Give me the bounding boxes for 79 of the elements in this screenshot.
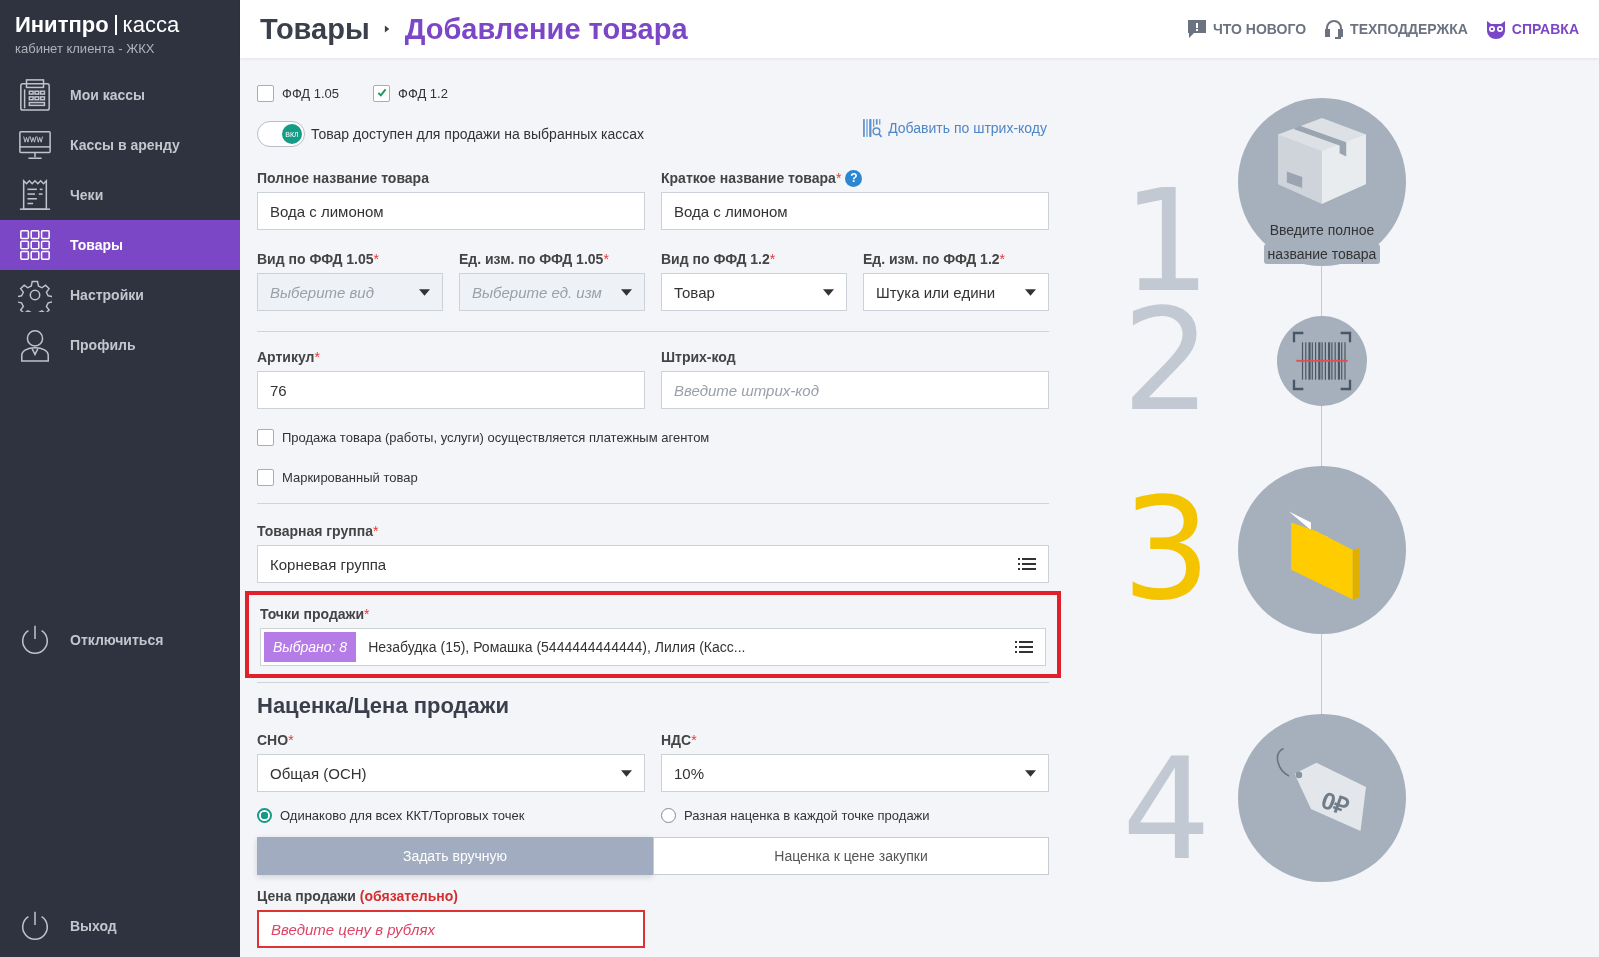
count-badge: Выбрано: 8 xyxy=(264,632,357,662)
field-label: Артикул* xyxy=(257,349,320,365)
field-label: Цена продажи (обязательно) xyxy=(257,888,458,904)
nav-item[interactable]: Кассы в аренду xyxy=(0,120,240,170)
person-icon xyxy=(18,328,52,362)
headset-icon xyxy=(1324,19,1345,39)
radio-option[interactable]: Разная наценка в каждой точке продажи xyxy=(661,808,1049,823)
chat-icon xyxy=(1186,19,1207,39)
caret-icon xyxy=(419,288,430,296)
list-icon xyxy=(1018,558,1036,570)
checkbox-box[interactable] xyxy=(257,84,274,102)
header-link[interactable]: ТЕХПОДДЕРЖКА xyxy=(1324,19,1468,39)
text-field[interactable]: 76 xyxy=(257,371,645,409)
gear-icon xyxy=(18,278,52,312)
checkbox[interactable]: Маркированный товар xyxy=(257,465,1049,489)
receipt-icon xyxy=(18,178,52,212)
picker-field[interactable]: Корневая группа xyxy=(257,545,1049,583)
segment-button[interactable]: Наценка к цене закупки xyxy=(653,837,1049,875)
brand-subtitle: кабинет клиента - ЖКХ xyxy=(15,41,156,56)
field-label: НДС* xyxy=(661,732,697,748)
cash-register-icon xyxy=(18,78,52,112)
breadcrumb-link[interactable]: Товары xyxy=(260,12,370,46)
radio-button[interactable] xyxy=(257,808,272,823)
price-field[interactable]: Введите цену в рублях xyxy=(257,910,645,948)
field-label: Штрих-код xyxy=(661,349,736,365)
dropdown[interactable]: Штука или едини xyxy=(863,273,1049,311)
caret-icon xyxy=(621,769,632,777)
field-label: Краткое название товара* xyxy=(661,170,842,186)
brand-suffix: касса xyxy=(122,12,180,38)
step-number: 3 xyxy=(1122,475,1213,625)
radio-option[interactable]: Одинаково для всех ККТ/Торговых точек xyxy=(257,808,645,823)
text-field[interactable]: Вода с лимоном xyxy=(257,192,645,230)
dropdown[interactable]: 10% xyxy=(661,754,1049,792)
nav-item[interactable]: Мои кассы xyxy=(0,70,240,120)
caret-icon xyxy=(823,288,834,296)
radio-button[interactable] xyxy=(661,808,676,823)
monitor-icon xyxy=(18,128,52,162)
caret-icon xyxy=(1025,288,1036,296)
dropdown[interactable]: Товар xyxy=(661,273,847,311)
checkbox-box[interactable] xyxy=(257,468,274,486)
header-link[interactable]: СПРАВКА xyxy=(1485,19,1579,39)
price-tag-text: 0₽ xyxy=(1317,785,1354,823)
chevron-icon xyxy=(383,24,391,34)
caret-icon xyxy=(621,288,632,296)
picker-field[interactable]: Выбрано: 8 Незабудка (15), Ромашка (5444444444444), Лилия (Касс... xyxy=(260,628,1046,666)
nav-item[interactable]: Профиль xyxy=(0,320,240,370)
dropdown[interactable]: Общая (ОСН) xyxy=(257,754,645,792)
section-heading: Наценка/Цена продажи xyxy=(257,693,510,719)
brand-divider xyxy=(114,15,117,35)
brand-name: Инитпро xyxy=(15,12,109,38)
header-link[interactable]: ЧТО НОВОГО xyxy=(1186,19,1307,39)
nav-item[interactable]: Товары xyxy=(0,220,240,270)
text-field[interactable]: Вода с лимоном xyxy=(661,192,1049,230)
list-icon xyxy=(1015,641,1033,653)
page-title: Добавление товара xyxy=(404,12,688,46)
field-label: Ед. изм. по ФФД 1.2* xyxy=(863,251,1006,267)
barcode-link[interactable]: Добавить по штрих-коду xyxy=(862,118,1047,138)
nav-item[interactable]: Отключиться xyxy=(0,615,240,665)
field-label: Товарная группа* xyxy=(257,523,379,539)
grid-icon xyxy=(18,228,52,262)
barcode-search-icon xyxy=(862,118,883,138)
nav-item[interactable]: Чеки xyxy=(0,170,240,220)
field-label: СНО* xyxy=(257,732,294,748)
checkbox[interactable]: ФФД 1.2 xyxy=(373,80,448,106)
checkbox[interactable]: ФФД 1.05 xyxy=(257,80,340,106)
owl-icon xyxy=(1485,19,1506,39)
field-label: Ед. изм. по ФФД 1.05* xyxy=(459,251,609,267)
field-label: Точки продажи* xyxy=(260,606,370,622)
field-label: Полное название товара xyxy=(257,170,429,186)
help-icon[interactable]: ? xyxy=(845,169,863,187)
checkbox-box[interactable] xyxy=(373,84,391,102)
field-label: Вид по ФФД 1.2* xyxy=(661,251,776,267)
nav-item[interactable]: Настройки xyxy=(0,270,240,320)
field-label: Вид по ФФД 1.05* xyxy=(257,251,379,267)
checkbox[interactable]: Продажа товара (работы, услуги) осуществляется платежным агентом xyxy=(257,425,1049,449)
nav-item[interactable]: Выход xyxy=(0,901,240,951)
checkbox-box[interactable] xyxy=(257,428,274,446)
caret-icon xyxy=(1025,769,1036,777)
toggle-label: Товар доступен для продажи на выбранных кассах xyxy=(311,126,645,142)
